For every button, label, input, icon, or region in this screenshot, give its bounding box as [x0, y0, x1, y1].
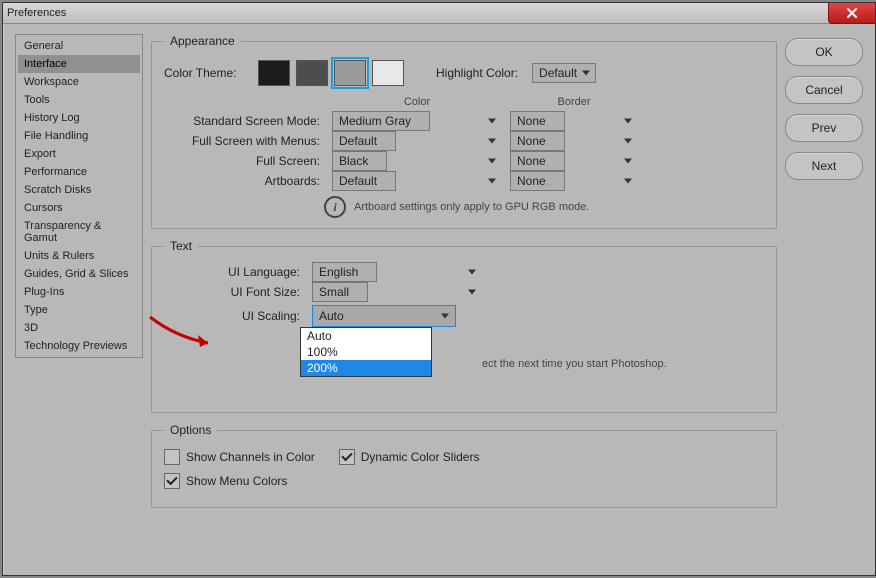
- next-button[interactable]: Next: [785, 152, 863, 180]
- sidebar-item-export[interactable]: Export: [18, 145, 140, 163]
- sidebar-item-performance[interactable]: Performance: [18, 163, 140, 181]
- sidebar-item-workspace[interactable]: Workspace: [18, 73, 140, 91]
- ui-scaling-label: UI Scaling:: [164, 309, 304, 323]
- options-legend: Options: [164, 423, 217, 437]
- checkbox-icon: [339, 449, 355, 465]
- dynamic-color-sliders-checkbox[interactable]: Dynamic Color Sliders: [339, 449, 480, 465]
- sidebar-item-cursors[interactable]: Cursors: [18, 199, 140, 217]
- screen-mode-border-select[interactable]: None: [510, 111, 565, 131]
- ui-language-select[interactable]: English: [312, 262, 377, 282]
- sidebar-item-general[interactable]: General: [18, 37, 140, 55]
- appearance-legend: Appearance: [164, 34, 241, 48]
- ui-font-size-label: UI Font Size:: [164, 285, 304, 299]
- restart-note: ect the next time you start Photoshop.: [482, 358, 667, 370]
- screen-mode-color-select[interactable]: Default: [332, 171, 396, 191]
- preferences-window: Preferences GeneralInterfaceWorkspaceToo…: [2, 2, 876, 576]
- sidebar-item-guides-grid-slices[interactable]: Guides, Grid & Slices: [18, 265, 140, 283]
- ui-scaling-option[interactable]: 100%: [301, 344, 431, 360]
- cancel-button[interactable]: Cancel: [785, 76, 863, 104]
- show-channels-checkbox[interactable]: Show Channels in Color: [164, 449, 315, 465]
- ui-font-size-select[interactable]: Small: [312, 282, 368, 302]
- ui-scaling-select[interactable]: Auto: [312, 305, 456, 327]
- ui-language-label: UI Language:: [164, 265, 304, 279]
- screen-mode-label: Full Screen with Menus:: [164, 134, 324, 148]
- screen-mode-border-select[interactable]: None: [510, 151, 565, 171]
- ui-scaling-option[interactable]: Auto: [301, 328, 431, 344]
- show-menu-colors-checkbox[interactable]: Show Menu Colors: [164, 473, 287, 489]
- color-column-header: Color: [332, 96, 502, 108]
- ok-button[interactable]: OK: [785, 38, 863, 66]
- screen-mode-color-select[interactable]: Default: [332, 131, 396, 151]
- sidebar-item-tools[interactable]: Tools: [18, 91, 140, 109]
- sidebar-item-plug-ins[interactable]: Plug-Ins: [18, 283, 140, 301]
- color-theme-swatch[interactable]: [258, 60, 290, 86]
- ui-scaling-dropdown[interactable]: Auto100%200%: [300, 327, 432, 377]
- highlight-color-select[interactable]: Default: [532, 63, 596, 83]
- sidebar-item-units-rulers[interactable]: Units & Rulers: [18, 247, 140, 265]
- title-bar: Preferences: [3, 3, 875, 24]
- sidebar-item-history-log[interactable]: History Log: [18, 109, 140, 127]
- options-group: Options Show Channels in Color Dynamic C…: [151, 423, 777, 508]
- color-theme-swatch[interactable]: [334, 60, 366, 86]
- sidebar-item-interface[interactable]: Interface: [18, 55, 140, 73]
- screen-mode-color-select[interactable]: Medium Gray: [332, 111, 430, 131]
- screen-mode-border-select[interactable]: None: [510, 171, 565, 191]
- screen-mode-label: Standard Screen Mode:: [164, 114, 324, 128]
- sidebar-item-technology-previews[interactable]: Technology Previews: [18, 337, 140, 355]
- checkbox-icon: [164, 449, 180, 465]
- checkbox-icon: [164, 473, 180, 489]
- highlight-color-label: Highlight Color:: [436, 66, 518, 80]
- ui-scaling-value: Auto: [319, 309, 344, 323]
- border-column-header: Border: [510, 96, 638, 108]
- text-legend: Text: [164, 239, 198, 253]
- sidebar-item-type[interactable]: Type: [18, 301, 140, 319]
- sidebar-item-file-handling[interactable]: File Handling: [18, 127, 140, 145]
- sidebar-item-transparency-gamut[interactable]: Transparency & Gamut: [18, 217, 140, 247]
- screen-mode-label: Full Screen:: [164, 154, 324, 168]
- info-icon: i: [324, 196, 346, 218]
- close-icon: [846, 7, 858, 19]
- color-theme-label: Color Theme:: [164, 66, 254, 80]
- ui-scaling-option[interactable]: 200%: [301, 360, 431, 376]
- screen-mode-border-select[interactable]: None: [510, 131, 565, 151]
- color-theme-swatch[interactable]: [296, 60, 328, 86]
- sidebar-item-3d[interactable]: 3D: [18, 319, 140, 337]
- appearance-group: Appearance Color Theme: Highlight Color:…: [151, 34, 777, 229]
- screen-mode-label: Artboards:: [164, 174, 324, 188]
- prev-button[interactable]: Prev: [785, 114, 863, 142]
- window-close-button[interactable]: [828, 3, 875, 24]
- artboard-note: Artboard settings only apply to GPU RGB …: [354, 201, 589, 213]
- category-sidebar: GeneralInterfaceWorkspaceToolsHistory Lo…: [15, 34, 143, 358]
- screen-mode-color-select[interactable]: Black: [332, 151, 387, 171]
- text-group: Text UI Language: English UI Font Size: …: [151, 239, 777, 413]
- color-theme-swatch[interactable]: [372, 60, 404, 86]
- sidebar-item-scratch-disks[interactable]: Scratch Disks: [18, 181, 140, 199]
- window-title: Preferences: [7, 7, 66, 19]
